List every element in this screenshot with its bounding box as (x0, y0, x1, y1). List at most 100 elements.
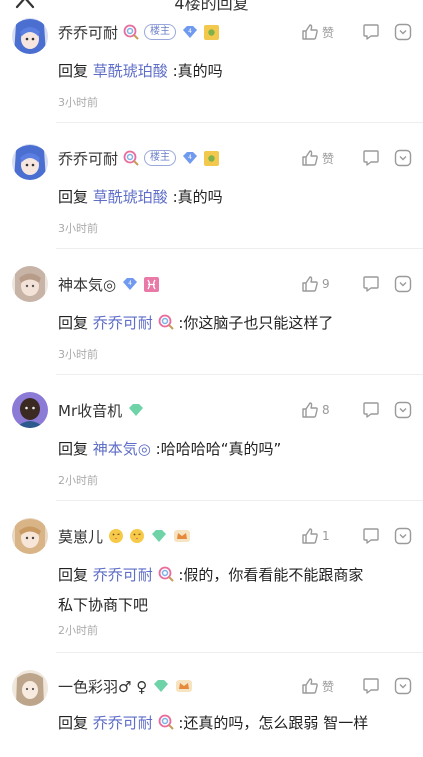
more-button[interactable] (391, 527, 415, 545)
svg-text:4: 4 (188, 28, 192, 35)
diamond-level-icon: 4 (123, 278, 138, 290)
more-button[interactable] (391, 275, 415, 293)
more-button[interactable] (391, 677, 415, 695)
reply-button[interactable] (351, 23, 391, 41)
reply-text: 回复 乔乔可耐 :假的，你看看能不能跟商家 私下协商下吧 (58, 560, 409, 620)
avatar[interactable] (12, 670, 48, 706)
like-button[interactable]: 1 (301, 527, 351, 545)
avatar[interactable] (12, 392, 48, 428)
sun-medal-icon (204, 150, 220, 166)
reply-button[interactable] (351, 527, 391, 545)
lollipop-icon (158, 314, 174, 330)
mention-link[interactable]: 乔乔可耐 (93, 314, 153, 332)
like-count: 9 (322, 277, 330, 291)
mention-link[interactable]: 神本気◎ (93, 440, 151, 458)
thumbs-up-icon (302, 24, 318, 40)
username[interactable]: 乔乔可耐 (58, 22, 118, 43)
lollipop-icon (158, 714, 174, 730)
username[interactable]: 神本気◎ (58, 274, 116, 295)
reply-bubble-icon (363, 276, 379, 292)
reply-button[interactable] (351, 401, 391, 419)
mention-link[interactable]: 草酰琥珀酸 (93, 62, 168, 80)
thumbs-up-icon (302, 276, 318, 292)
thumbs-up-icon (302, 402, 318, 418)
lollipop-icon (123, 24, 139, 40)
pisces-badge-icon (144, 276, 160, 292)
reply-prefix: 回复 (58, 62, 89, 80)
reply-button[interactable] (351, 149, 391, 167)
divider (56, 374, 423, 375)
timestamp: 3小时前 (58, 96, 98, 109)
like-count: 赞 (322, 151, 335, 166)
reply-content-continued: 私下协商下吧 (58, 596, 149, 614)
diamond-level-icon: 4 (183, 26, 198, 38)
name-row: 莫崽儿 (58, 525, 191, 547)
timestamp: 3小时前 (58, 222, 98, 235)
more-button[interactable] (391, 401, 415, 419)
mention-link[interactable]: 乔乔可耐 (93, 714, 153, 732)
name-row: 神本気◎ 4 (58, 273, 160, 295)
timestamp: 3小时前 (58, 348, 98, 361)
like-button[interactable]: 8 (301, 401, 351, 419)
op-badge: 楼主 (144, 150, 177, 166)
username[interactable]: 一色彩羽♂ ♀ (58, 676, 147, 697)
lollipop-icon (123, 150, 139, 166)
chevron-down-icon (394, 149, 412, 167)
lollipop-icon (158, 566, 174, 582)
reply-bubble-icon (363, 678, 379, 694)
username[interactable]: Mr收音机 (58, 400, 122, 421)
avatar[interactable] (12, 144, 48, 180)
reply-content: :你这脑子也只能这样了 (178, 314, 334, 332)
reply-text: 回复 乔乔可耐 :还真的吗，怎么跟弱 智一样 (58, 709, 409, 737)
comment-actions: 赞 (301, 21, 415, 43)
emoji-kiss-icon (109, 529, 124, 543)
comment-actions: 赞 (301, 675, 415, 697)
divider (56, 248, 423, 249)
reply-button[interactable] (351, 677, 391, 695)
reply-text: 回复 神本気◎ :哈哈哈哈“真的吗” (58, 435, 409, 463)
mention-link[interactable]: 乔乔可耐 (93, 566, 153, 584)
chevron-down-icon (394, 401, 412, 419)
reply-text: 回复 乔乔可耐 :你这脑子也只能这样了 (58, 309, 409, 337)
reply-bubble-icon (363, 402, 379, 418)
more-button[interactable] (391, 149, 415, 167)
like-button[interactable]: 赞 (301, 677, 351, 695)
thumbs-up-icon (302, 528, 318, 544)
timestamp: 2小时前 (58, 474, 98, 487)
reply-button[interactable] (351, 275, 391, 293)
reply-bubble-icon (363, 150, 379, 166)
like-count: 赞 (322, 25, 335, 40)
avatar[interactable] (12, 518, 48, 554)
sun-medal-icon (204, 24, 220, 40)
avatar[interactable] (12, 18, 48, 54)
like-count: 1 (322, 529, 330, 543)
emoji-kiss-icon (130, 529, 145, 543)
chevron-down-icon (394, 23, 412, 41)
avatar[interactable] (12, 266, 48, 302)
divider (56, 652, 423, 653)
reply-content: :真的吗 (172, 188, 223, 206)
divider (56, 122, 423, 123)
mention-link[interactable]: 草酰琥珀酸 (93, 188, 168, 206)
page-title: 4楼的回复 (174, 0, 249, 13)
svg-text:4: 4 (188, 154, 192, 161)
chevron-down-icon (394, 275, 412, 293)
green-diamond-icon (154, 680, 169, 692)
more-button[interactable] (391, 23, 415, 41)
chevron-down-icon (394, 527, 412, 545)
like-button[interactable]: 9 (301, 275, 351, 293)
username[interactable]: 莫崽儿 (58, 526, 103, 547)
reply-bubble-icon (363, 528, 379, 544)
reply-prefix: 回复 (58, 566, 89, 584)
reply-prefix: 回复 (58, 714, 89, 732)
like-button[interactable]: 赞 (301, 149, 351, 167)
reply-text: 回复 草酰琥珀酸 :真的吗 (58, 57, 409, 85)
reply-content: :哈哈哈哈“真的吗” (155, 440, 282, 458)
reply-content: :真的吗 (172, 62, 223, 80)
username[interactable]: 乔乔可耐 (58, 148, 118, 169)
crown-badge-icon (174, 530, 191, 542)
comment-actions: 1 (301, 525, 415, 547)
svg-text:4: 4 (128, 280, 132, 287)
name-row: 乔乔可耐 楼主 4 (58, 147, 220, 169)
like-button[interactable]: 赞 (301, 23, 351, 41)
